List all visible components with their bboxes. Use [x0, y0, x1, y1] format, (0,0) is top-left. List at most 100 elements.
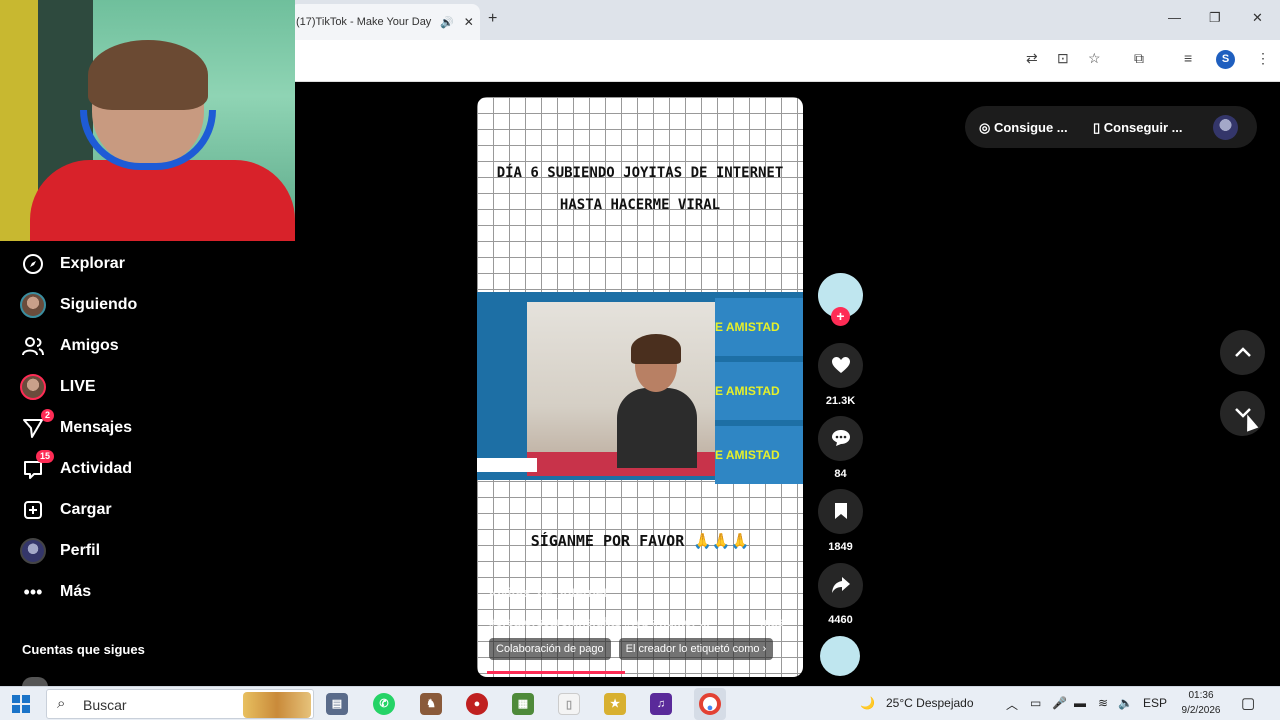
share-count: 4460: [828, 614, 853, 626]
sidebar-item-amigos[interactable]: Amigos: [20, 329, 280, 363]
video-text-overlay: DÍA 6 SUBIENDO JOYITAS DE INTERNET HASTA…: [487, 157, 793, 221]
sidebar-item-mas[interactable]: ••• Más: [20, 575, 280, 609]
follow-button[interactable]: +: [831, 307, 850, 326]
speaker-icon[interactable]: 🔊: [440, 16, 454, 29]
description-more-link[interactable]: más: [760, 615, 784, 629]
battery-icon[interactable]: ▬: [1074, 696, 1086, 710]
chrome-icon[interactable]: ●: [699, 693, 721, 715]
webcam-person-body: [30, 160, 295, 241]
task-view-icon[interactable]: ▤: [326, 693, 348, 715]
translate-icon[interactable]: ⇄: [1026, 50, 1038, 67]
minecraft-icon[interactable]: ▦: [512, 693, 534, 715]
browser-menu-icon[interactable]: ⋮: [1256, 50, 1270, 67]
bookmark-star-icon[interactable]: ☆: [1088, 50, 1101, 67]
video-author[interactable]: joyitas_de_internet: [489, 585, 608, 600]
sidebar-item-label: Explorar: [60, 255, 125, 272]
volume-icon[interactable]: 🔈: [1118, 696, 1133, 710]
like-button[interactable]: [818, 343, 863, 388]
weather-icon[interactable]: 🌙: [860, 696, 875, 710]
tab-close-button[interactable]: ✕: [464, 15, 474, 29]
whatsapp-icon[interactable]: ✆: [373, 693, 395, 715]
video-chips: Colaboración de pago El creador lo etiqu…: [489, 638, 774, 660]
clip-scene: [527, 302, 715, 476]
browser-tab[interactable]: (17)TikTok - Make Your Day 🔊 ✕: [290, 4, 480, 40]
like-count: 21.3K: [825, 395, 856, 407]
inbox-icon: 15: [20, 450, 54, 482]
language-indicator[interactable]: ESP: [1143, 696, 1167, 710]
profile-avatar[interactable]: S: [1216, 50, 1235, 69]
previous-video-button[interactable]: [1220, 330, 1265, 375]
video-hashtags[interactable]: #creatorsearchinsights #fyp #humor ...: [489, 615, 710, 629]
weather-text[interactable]: 25°C Despejado: [886, 696, 974, 710]
tray-expand-icon[interactable]: ︿: [1006, 696, 1018, 713]
extensions-icon[interactable]: ⧉: [1134, 50, 1144, 67]
clip-caption: E AMISTAD: [715, 298, 803, 356]
sidebar-item-actividad[interactable]: 15 Actividad: [20, 450, 280, 486]
video-title-line: DÍA 6 SUBIENDO JOYITAS DE INTERNET: [496, 165, 784, 181]
comment-icon: [831, 430, 850, 446]
more-icon: •••: [23, 581, 43, 602]
webcam-person-hair: [88, 40, 208, 110]
taskbar-clock[interactable]: 01:36 9/2/2026: [1176, 688, 1226, 718]
chevron-up-icon: [1234, 347, 1251, 357]
sidebar-item-explorar[interactable]: Explorar: [20, 247, 280, 281]
sidebar-item-live[interactable]: LIVE: [20, 370, 280, 404]
clip-caption: E AMISTAD: [715, 362, 803, 420]
creator-tagged-chip[interactable]: El creador lo etiquetó como ›: [618, 638, 774, 660]
file-icon[interactable]: ▯: [558, 693, 580, 715]
install-app-icon[interactable]: ⊡: [1057, 50, 1069, 67]
activity-badge: 15: [35, 450, 54, 463]
video-title-line: HASTA HACERME VIRAL: [559, 197, 721, 213]
taskbar-search[interactable]: ⌕ Buscar: [46, 689, 314, 719]
sidebar-item-perfil[interactable]: Perfil: [20, 534, 280, 568]
comment-button[interactable]: [818, 416, 863, 461]
music-disc[interactable]: [820, 636, 860, 676]
sidebar-item-label: Mensajes: [60, 419, 133, 436]
restore-button[interactable]: ❐: [1209, 10, 1221, 26]
video-progress-bar[interactable]: [487, 671, 625, 674]
microphone-icon[interactable]: 🎤: [1052, 696, 1067, 710]
sidebar-item-cargar[interactable]: Cargar: [20, 493, 280, 527]
sidebar-item-label: Actividad: [60, 460, 133, 477]
wifi-icon[interactable]: ≋: [1098, 696, 1108, 710]
send-icon: 2: [20, 409, 54, 441]
recorder-app-icon[interactable]: ●: [466, 693, 488, 715]
comment-count: 84: [834, 468, 847, 480]
search-highlight-image: [243, 692, 311, 718]
new-tab-button[interactable]: +: [488, 10, 497, 28]
video-subtitle: SÍGANME POR FAVOR 🙏🙏🙏: [530, 532, 750, 550]
media-app-icon[interactable]: ♫: [650, 693, 672, 715]
sidebar-item-label: Más: [60, 583, 92, 600]
screen: (17)TikTok - Make Your Day 🔊 ✕ + — ❐ ✕ ⇄…: [0, 0, 1280, 720]
share-button[interactable]: [818, 563, 863, 608]
sidebar-item-label: LIVE: [60, 378, 96, 395]
heart-icon: [831, 357, 850, 373]
minimize-button[interactable]: —: [1168, 10, 1181, 25]
close-window-button[interactable]: ✕: [1252, 10, 1263, 26]
get-coins-button[interactable]: ◎ Consigue ...: [979, 120, 1068, 136]
video-clip: E AMISTAD E AMISTAD E AMISTAD: [477, 292, 803, 484]
video-player[interactable]: DÍA 6 SUBIENDO JOYITAS DE INTERNET HASTA…: [477, 97, 803, 677]
clip-caption: E AMISTAD: [715, 426, 803, 484]
clock-date: 9/2/2026: [1181, 705, 1221, 716]
user-avatar[interactable]: [1213, 115, 1238, 140]
plus-square-icon: [20, 497, 46, 523]
sidebar-item-label: Cargar: [60, 501, 112, 518]
sidebar-item-mensajes[interactable]: 2 Mensajes: [20, 409, 280, 445]
notifications-icon[interactable]: ▢: [1241, 694, 1255, 712]
tab-title: (17)TikTok - Make Your Day: [296, 16, 432, 28]
next-video-button[interactable]: [1220, 391, 1265, 436]
tray-device-icon[interactable]: ▭: [1030, 696, 1041, 710]
get-app-label: Conseguir ...: [1103, 120, 1183, 135]
paid-partnership-chip[interactable]: Colaboración de pago: [489, 638, 611, 660]
save-button[interactable]: [818, 489, 863, 534]
get-coins-label: Consigue ...: [993, 120, 1068, 135]
media-controls-icon[interactable]: ≡: [1184, 50, 1192, 66]
game-launcher-icon[interactable]: ★: [604, 693, 626, 715]
clip-person: [617, 334, 697, 468]
clock-time: 01:36: [1188, 690, 1214, 701]
sidebar-item-siguiendo[interactable]: Siguiendo: [20, 288, 280, 322]
get-app-button[interactable]: ▯ Conseguir ...: [1093, 120, 1183, 136]
windows-start-button[interactable]: [12, 695, 30, 713]
game-app-icon[interactable]: ♞: [420, 693, 442, 715]
